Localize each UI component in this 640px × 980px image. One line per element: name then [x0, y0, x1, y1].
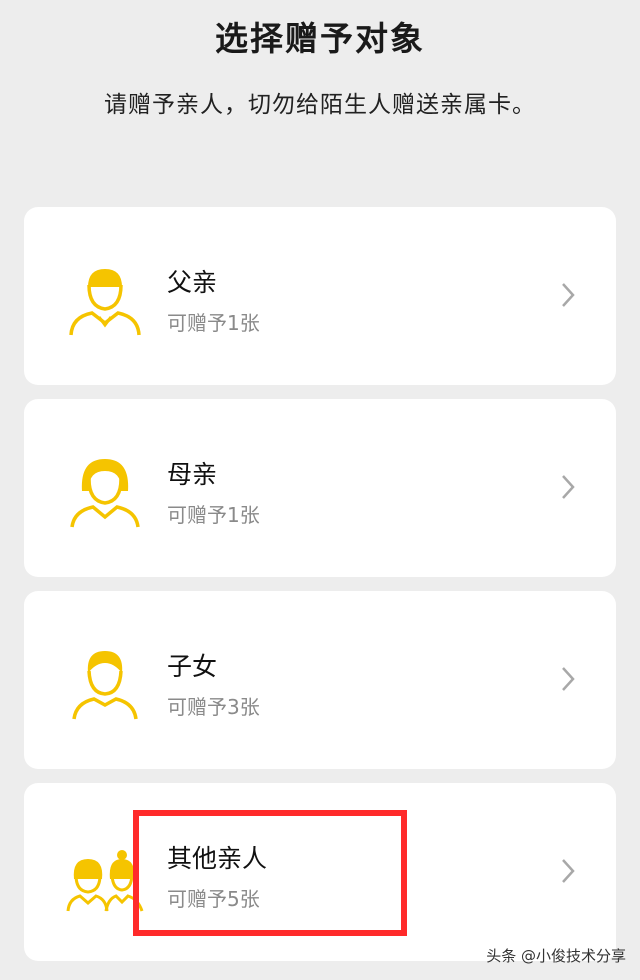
option-quota: 可赠予3张: [167, 695, 260, 719]
option-name: 父亲: [167, 268, 218, 297]
chevron-right-icon: [562, 859, 575, 883]
highlight-annotation: [133, 810, 407, 936]
page-title: 选择赠予对象: [215, 19, 425, 58]
option-quota: 可赠予1张: [167, 311, 260, 335]
watermark: 头条 @小俊技术分享: [486, 947, 626, 965]
chevron-right-icon: [562, 667, 575, 691]
option-mother[interactable]: 母亲 可赠予1张: [24, 399, 616, 577]
child-icon: [72, 651, 138, 720]
chevron-right-icon: [562, 475, 575, 499]
chevron-right-icon: [562, 283, 575, 307]
option-quota: 可赠予1张: [167, 503, 260, 527]
mother-icon: [70, 459, 140, 528]
option-name: 母亲: [167, 460, 218, 489]
option-children[interactable]: 子女 可赠予3张: [24, 591, 616, 769]
page-subtitle: 请赠予亲人，切勿给陌生人赠送亲属卡。: [104, 92, 536, 118]
option-father[interactable]: 父亲 可赠予1张: [24, 207, 616, 385]
option-name: 子女: [167, 652, 218, 681]
father-icon: [69, 269, 141, 336]
